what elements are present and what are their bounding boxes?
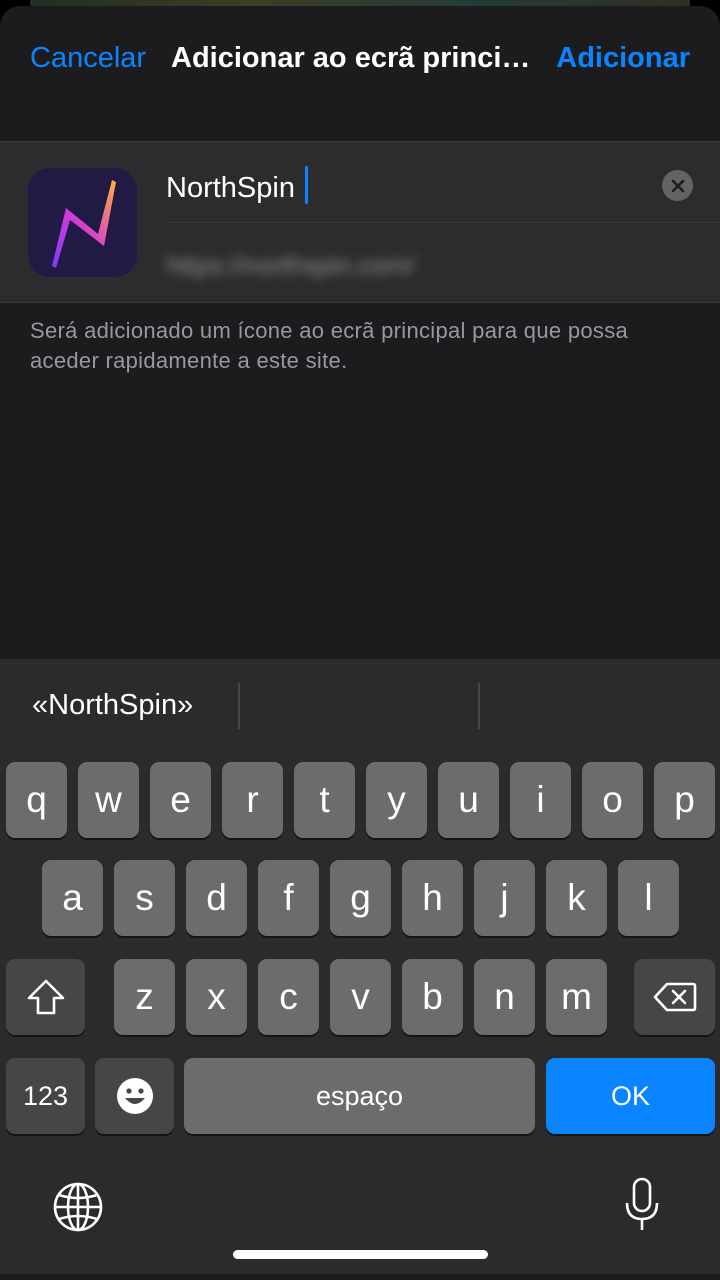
key-m[interactable]: m <box>546 959 607 1035</box>
keyboard: «NorthSpin» q w e r t y u i o p a s d f … <box>0 659 720 1274</box>
key-v[interactable]: v <box>330 959 391 1035</box>
key-h[interactable]: h <box>402 860 463 936</box>
microphone-icon <box>625 1177 659 1230</box>
key-x[interactable]: x <box>186 959 247 1035</box>
emoji-key[interactable] <box>95 1058 174 1134</box>
numbers-key[interactable]: 123 <box>6 1058 85 1134</box>
key-s[interactable]: s <box>114 860 175 936</box>
key-u[interactable]: u <box>438 762 499 838</box>
bookmark-card: https://northspin.com/ <box>0 141 720 303</box>
description-text: Será adicionado um ícone ao ecrã princip… <box>30 318 629 373</box>
key-e[interactable]: e <box>150 762 211 838</box>
key-n[interactable]: n <box>474 959 535 1035</box>
emoji-icon <box>116 1078 153 1114</box>
close-icon <box>671 179 684 192</box>
home-indicator[interactable] <box>233 1250 488 1259</box>
backspace-key[interactable] <box>634 959 715 1035</box>
key-i[interactable]: i <box>510 762 571 838</box>
add-button[interactable]: Adicionar <box>556 42 690 75</box>
field-divider <box>166 222 720 223</box>
site-app-icon <box>28 168 137 277</box>
key-r[interactable]: r <box>222 762 283 838</box>
key-l[interactable]: l <box>618 860 679 936</box>
backspace-icon <box>653 982 696 1012</box>
key-q[interactable]: q <box>6 762 67 838</box>
suggestion-divider <box>238 683 240 729</box>
key-g[interactable]: g <box>330 860 391 936</box>
key-y[interactable]: y <box>366 762 427 838</box>
key-w[interactable]: w <box>78 762 139 838</box>
ok-key[interactable]: OK <box>546 1058 715 1134</box>
cancel-button[interactable]: Cancelar <box>30 42 146 75</box>
key-o[interactable]: o <box>582 762 643 838</box>
globe-icon <box>53 1182 103 1232</box>
nav-bar: Cancelar Adicionar ao ecrã principal Adi… <box>0 6 720 141</box>
bookmark-name-input[interactable] <box>166 162 646 214</box>
key-f[interactable]: f <box>258 860 319 936</box>
key-k[interactable]: k <box>546 860 607 936</box>
shift-key[interactable] <box>6 959 85 1035</box>
key-p[interactable]: p <box>654 762 715 838</box>
page-title: Adicionar ao ecrã principal <box>171 42 543 74</box>
suggestion-item[interactable]: «NorthSpin» <box>32 689 193 722</box>
key-t[interactable]: t <box>294 762 355 838</box>
key-d[interactable]: d <box>186 860 247 936</box>
key-c[interactable]: c <box>258 959 319 1035</box>
bookmark-url: https://northspin.com/ <box>166 250 415 280</box>
suggestion-divider <box>478 683 480 729</box>
shift-icon <box>27 979 64 1015</box>
clear-text-button[interactable] <box>662 170 693 201</box>
key-z[interactable]: z <box>114 959 175 1035</box>
globe-button[interactable] <box>52 1181 104 1238</box>
space-key[interactable]: espaço <box>184 1058 535 1134</box>
key-j[interactable]: j <box>474 860 535 936</box>
dictation-button[interactable] <box>624 1177 660 1238</box>
key-b[interactable]: b <box>402 959 463 1035</box>
text-caret <box>305 166 308 204</box>
suggestion-bar: «NorthSpin» <box>0 659 720 749</box>
key-a[interactable]: a <box>42 860 103 936</box>
